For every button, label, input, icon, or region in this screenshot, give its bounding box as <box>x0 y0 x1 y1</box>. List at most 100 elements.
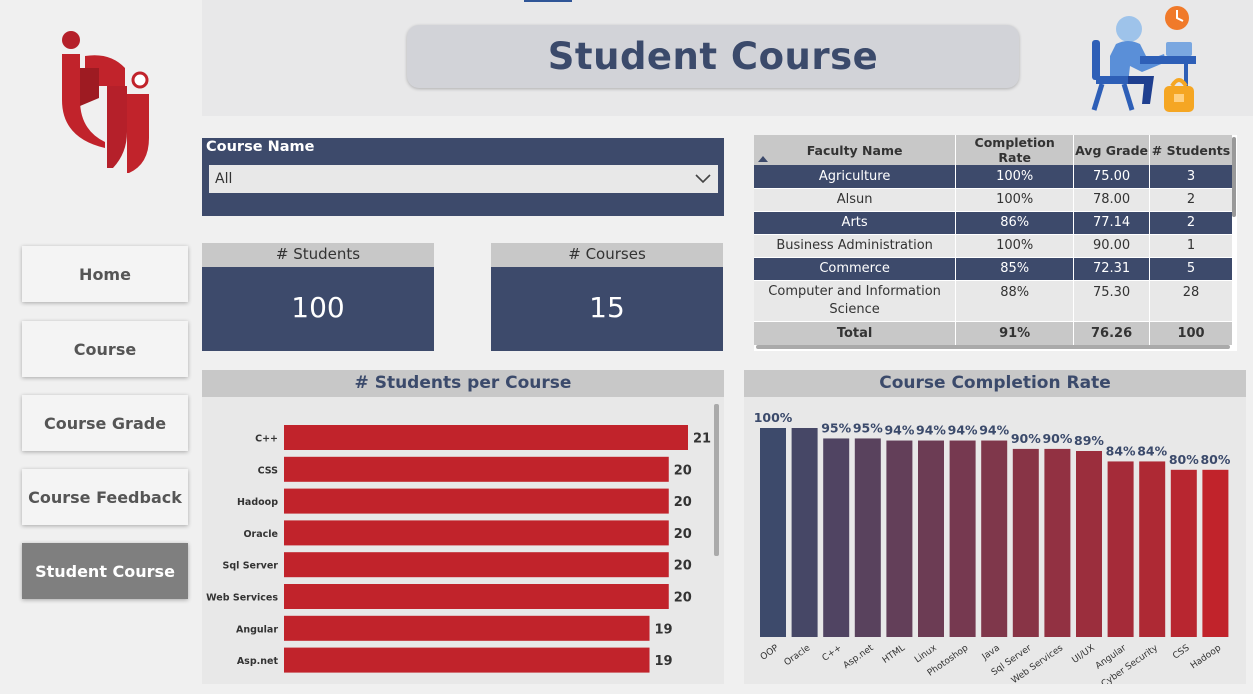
nav-course-feedback-button[interactable]: Course Feedback <box>22 469 188 525</box>
table-cell: 78.00 <box>1073 188 1151 212</box>
table-cell: Commerce <box>754 257 957 281</box>
table-cell: 85% <box>955 257 1075 281</box>
bar-category-label: OOP <box>759 643 781 663</box>
table-cell: 100 <box>1149 321 1233 346</box>
bar <box>1170 469 1197 637</box>
table-cell: 100% <box>955 188 1075 212</box>
course-name-dropdown[interactable]: All <box>209 165 718 193</box>
students-per-course-title: # Students per Course <box>202 370 724 397</box>
table-row[interactable]: Computer and Information Science 88% 75.… <box>754 280 1233 322</box>
bar <box>1202 469 1229 637</box>
bar <box>1044 448 1071 637</box>
col-header-faculty[interactable]: Faculty Name <box>754 135 957 165</box>
bar <box>918 440 944 637</box>
bar <box>760 428 786 637</box>
slicer-label: Course Name <box>206 139 315 155</box>
bar-value-label: 20 <box>674 527 692 542</box>
table-row[interactable]: Arts 86% 77.14 2 <box>754 211 1233 235</box>
students-kpi-value: 100 <box>291 291 345 324</box>
bar <box>284 552 669 578</box>
nav-home-button[interactable]: Home <box>22 246 188 302</box>
bar-value-label: 19 <box>655 654 673 669</box>
table-cell: Business Administration <box>754 234 957 258</box>
table-cell: 1 <box>1149 234 1233 258</box>
bar <box>1139 461 1166 637</box>
bar <box>284 425 688 450</box>
bar-value-label: 20 <box>674 591 692 606</box>
completion-rate-panel: 100% OOP Oracle 95% C++ 95% Asp.net 94% HTML 94% L… <box>744 397 1246 690</box>
bar-category-label: Hadoop <box>1189 643 1223 671</box>
bar-value-label: 95% <box>853 420 883 435</box>
bar-value-label: 20 <box>674 463 692 478</box>
bar-category-label: UI/UX <box>1070 643 1096 666</box>
bar-value-label: 19 <box>655 622 673 637</box>
top-accent-line <box>524 0 572 2</box>
nav-course-grade-button[interactable]: Course Grade <box>22 395 188 451</box>
courses-kpi-value: 15 <box>589 291 625 324</box>
table-horizontal-scrollbar[interactable] <box>756 345 1230 349</box>
table-row[interactable]: Business Administration 100% 90.00 1 <box>754 234 1233 258</box>
table-total-row: Total 91% 76.26 100 <box>754 321 1233 346</box>
completion-rate-chart: 100% OOP Oracle 95% C++ 95% Asp.net 94% HTML 94% L… <box>754 410 1231 690</box>
bar-value-label: 100% <box>754 410 793 425</box>
students-per-course-chart: C++ 21 CSS 20 Hadoop 20 Oracle 20 Sql Server 20 We… <box>206 425 711 673</box>
bar-value-label: 84% <box>1106 443 1136 458</box>
bar <box>284 615 650 641</box>
students-kpi-label: # Students <box>202 243 434 267</box>
nav-student-course-button[interactable]: Student Course <box>22 543 188 599</box>
bar-category-label: Oracle <box>243 529 278 540</box>
bar <box>949 440 976 637</box>
bar-value-label: 90% <box>1011 431 1041 446</box>
students-per-course-panel: C++ 21 CSS 20 Hadoop 20 Oracle 20 Sql Server 20 We… <box>202 397 724 684</box>
bar-category-label: Java <box>980 643 1002 663</box>
bar-value-label: 21 <box>693 432 711 447</box>
bar <box>1107 461 1134 637</box>
courses-kpi-card: # Courses 15 <box>491 243 723 351</box>
bar-category-label: Angular <box>236 624 278 635</box>
bar-value-label: 20 <box>674 495 692 510</box>
bar-category-label: Linux <box>913 643 939 665</box>
bar-category-label: C++ <box>255 434 278 445</box>
col-header-completion[interactable]: Completion Rate <box>955 135 1075 165</box>
bar-value-label: 20 <box>674 559 692 574</box>
bar <box>284 520 669 546</box>
bar-category-label: Asp.net <box>237 656 279 667</box>
table-row[interactable]: Commerce 85% 72.31 5 <box>754 257 1233 281</box>
bar-value-label: 94% <box>948 423 978 438</box>
table-vertical-scrollbar[interactable] <box>1232 137 1236 217</box>
chevron-down-icon <box>695 174 711 184</box>
table-row[interactable]: Alsun 100% 78.00 2 <box>754 188 1233 212</box>
table-cell: Arts <box>754 211 957 235</box>
table-row[interactable]: Agriculture 100% 75.00 3 <box>754 165 1233 189</box>
bar-value-label: 89% <box>1074 433 1104 448</box>
bar-value-label: 94% <box>979 423 1009 438</box>
bar-category-label: Sql Server <box>223 561 279 572</box>
page-title-box: Student Course <box>407 25 1019 88</box>
bar-value-label: 94% <box>884 423 914 438</box>
bar-value-label: 95% <box>821 420 851 435</box>
page-title: Student Course <box>547 35 879 78</box>
faculty-table: Faculty Name Completion Rate Avg Grade #… <box>754 135 1237 351</box>
bar-category-label: C++ <box>821 643 844 663</box>
bar-category-label: Web Services <box>206 593 278 604</box>
bar-category-label: HTML <box>881 643 907 666</box>
table-cell: 100% <box>955 234 1075 258</box>
table-cell: 90.00 <box>1073 234 1151 258</box>
table-cell: Computer and Information Science <box>754 280 957 322</box>
bar <box>1012 448 1039 637</box>
table-cell: Alsun <box>754 188 957 212</box>
bar-category-label: Oracle <box>783 643 813 668</box>
col-header-avg-grade[interactable]: Avg Grade <box>1073 135 1151 165</box>
table-cell: 5 <box>1149 257 1233 281</box>
nav-course-button[interactable]: Course <box>22 321 188 377</box>
course-name-slicer: Course Name All <box>202 138 724 216</box>
table-cell: Agriculture <box>754 165 957 189</box>
col-header-students[interactable]: # Students <box>1149 135 1233 165</box>
table-cell: 77.14 <box>1073 211 1151 235</box>
iti-logo <box>62 31 149 173</box>
table-cell: 28 <box>1149 280 1233 322</box>
chart-scrollbar[interactable] <box>714 404 719 556</box>
table-cell: 2 <box>1149 188 1233 212</box>
table-cell: 88% <box>955 280 1075 322</box>
bar-value-label: 80% <box>1200 452 1230 467</box>
